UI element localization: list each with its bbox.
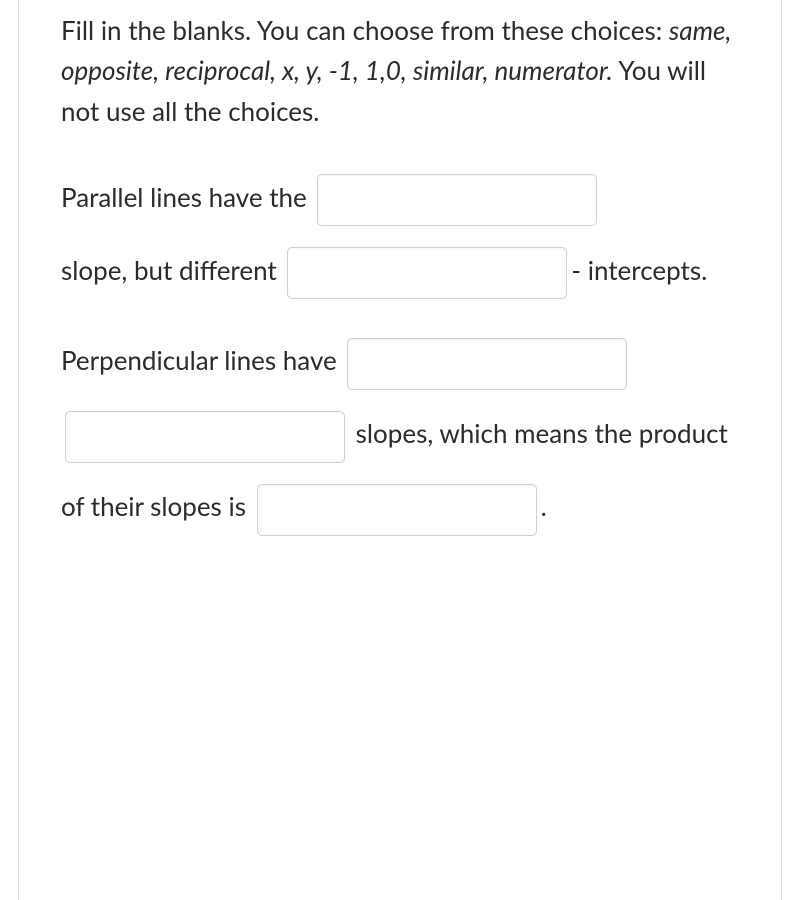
question-card: Fill in the blanks. You can choose from … [18, 0, 782, 900]
blank-4[interactable] [65, 411, 345, 463]
p2-text-2: slopes, which means the [349, 417, 632, 449]
blank-2[interactable] [287, 247, 567, 299]
instructions: Fill in the blanks. You can choose from … [61, 10, 739, 131]
paragraph-1: Parallel lines have the slope, but diffe… [61, 161, 739, 307]
p1-text-1: Parallel lines have the [61, 181, 313, 213]
instructions-prefix: Fill in the blanks. You can choose from … [61, 14, 669, 46]
p2-text-1: Perpendicular lines have [61, 344, 343, 376]
blank-1[interactable] [317, 174, 597, 226]
p1-text-2: slope, but different [61, 254, 283, 286]
paragraph-2: Perpendicular lines have slopes, which m… [61, 324, 739, 542]
p1-text-3: - [571, 254, 581, 286]
blank-5[interactable] [257, 484, 537, 536]
blank-3[interactable] [347, 338, 627, 390]
p1-text-4: intercepts. [588, 254, 708, 286]
p2-text-4: . [541, 490, 547, 522]
